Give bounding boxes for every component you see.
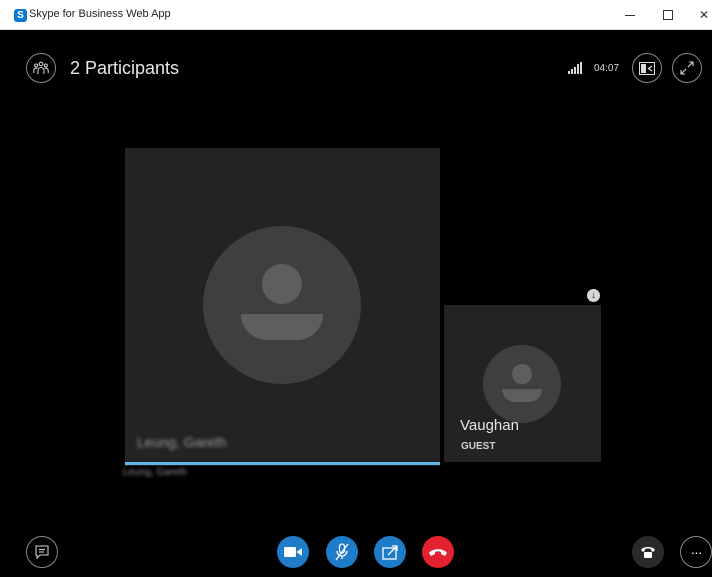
guest-role-label: GUEST — [461, 441, 496, 452]
close-button[interactable]: ✕ — [685, 0, 712, 30]
layout-button[interactable] — [632, 53, 662, 83]
avatar-head — [262, 264, 302, 304]
active-speaker-bar — [125, 462, 440, 465]
hang-up-button[interactable] — [422, 536, 454, 568]
minimize-icon — [625, 14, 635, 16]
maximize-button[interactable] — [649, 0, 687, 30]
meeting-stage: 2 Participants 04:07 Leung, Gareth Leung… — [6, 31, 712, 577]
participants-count-label: 2 Participants — [70, 58, 180, 78]
minimize-button[interactable] — [611, 0, 649, 30]
participant-subtitle: Leung, Gareth — [123, 467, 187, 478]
phone-icon — [641, 547, 655, 558]
participant-name: Leung, Gareth — [137, 434, 227, 450]
signal-strength-icon — [568, 62, 582, 74]
share-screen-button[interactable] — [374, 536, 406, 568]
hang-up-icon — [429, 549, 447, 556]
pin-icon[interactable]: ↓ — [587, 289, 600, 302]
participants-button[interactable] — [26, 53, 56, 83]
avatar-placeholder-icon — [203, 226, 361, 384]
avatar-placeholder-icon — [483, 345, 561, 423]
chat-button[interactable] — [26, 536, 58, 568]
people-icon — [33, 61, 49, 74]
avatar-body — [502, 389, 542, 402]
call-controls-button[interactable] — [632, 536, 664, 568]
guest-video-tile[interactable]: Vaughan GUEST — [444, 305, 601, 462]
expand-icon — [680, 61, 694, 75]
fullscreen-button[interactable] — [672, 53, 702, 83]
video-toggle-button[interactable] — [277, 536, 309, 568]
more-options-button[interactable]: ··· — [680, 536, 712, 568]
main-video-tile[interactable]: Leung, Gareth — [125, 148, 440, 466]
guest-name: Vaughan — [460, 417, 519, 434]
close-icon: ✕ — [698, 8, 710, 22]
skype-web-app-window: S Skype for Business Web App ✕ 2 Partici… — [0, 0, 712, 577]
call-timer: 04:07 — [594, 63, 620, 74]
window-title: Skype for Business Web App — [29, 8, 171, 20]
share-screen-icon — [381, 544, 398, 560]
microphone-muted-icon — [335, 543, 349, 561]
avatar-body — [241, 314, 323, 340]
video-camera-icon — [284, 547, 302, 557]
layout-icon — [639, 61, 655, 75]
mute-button[interactable] — [326, 536, 358, 568]
chat-icon — [35, 545, 49, 559]
skype-logo-icon: S — [14, 9, 27, 22]
avatar-head — [512, 364, 532, 384]
title-bar: S Skype for Business Web App ✕ — [0, 0, 712, 30]
more-options-icon: ··· — [690, 544, 703, 560]
maximize-icon — [663, 10, 673, 20]
